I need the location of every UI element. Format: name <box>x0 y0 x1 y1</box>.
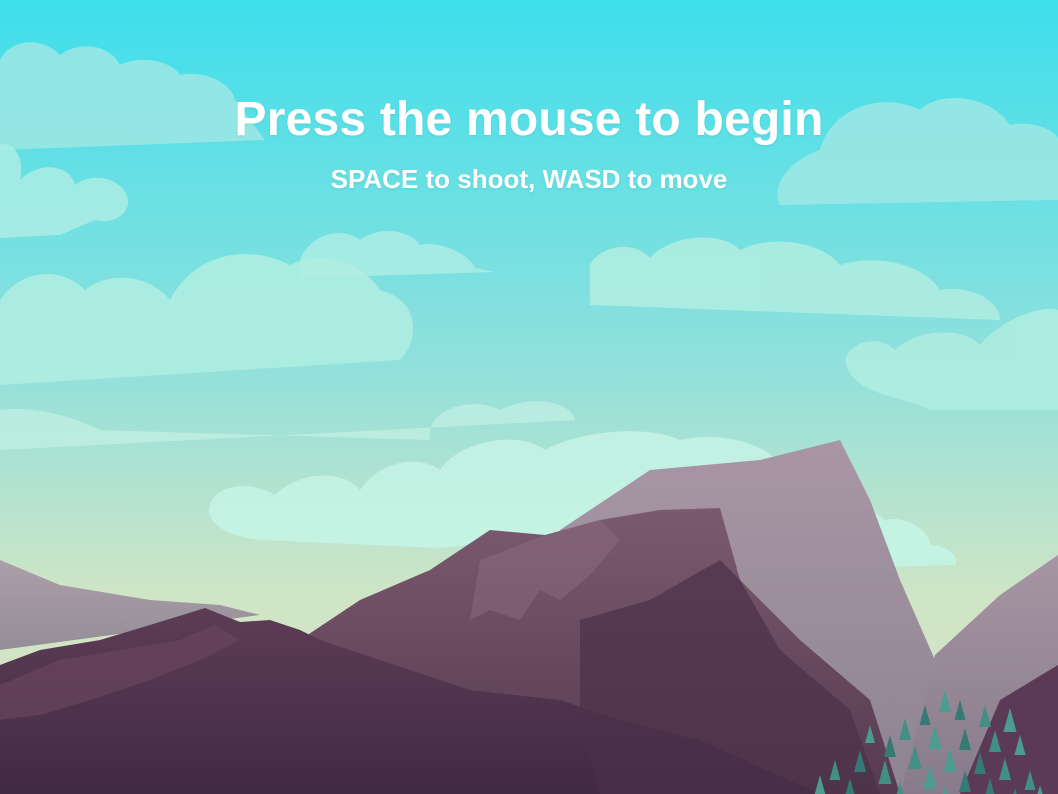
game-canvas[interactable]: Press the mouse to begin SPACE to shoot,… <box>0 0 1058 794</box>
controls-instructions: SPACE to shoot, WASD to move <box>330 164 728 194</box>
start-prompt-title: Press the mouse to begin <box>234 93 824 146</box>
